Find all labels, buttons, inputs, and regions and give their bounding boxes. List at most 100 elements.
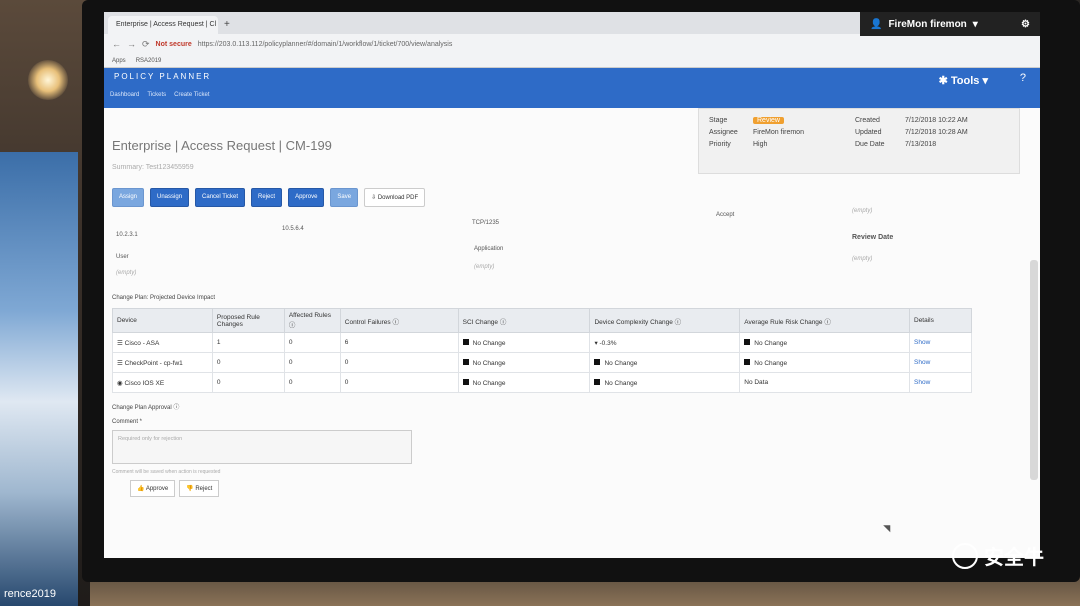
info-icon[interactable]: ⓘ	[824, 319, 831, 326]
reload-icon[interactable]: ⟳	[142, 39, 150, 50]
col-average-rule-risk-change: Average Rule Risk Change ⓘ	[739, 308, 910, 333]
approve-plan-button[interactable]: 👍 Approve	[130, 480, 176, 497]
col-affected-rules-label: Affected Rules	[288, 312, 331, 319]
device-cell: ☰ CheckPoint - cp-fw1	[112, 352, 213, 373]
app-brand[interactable]: POLICY PLANNER	[114, 72, 211, 81]
nav-dashboard[interactable]: Dashboard	[110, 92, 139, 98]
empty-value: (empty)	[852, 208, 873, 214]
application-label: Application	[474, 246, 504, 252]
status-square-icon	[594, 378, 601, 385]
comment-label: Comment *	[112, 419, 143, 425]
device-name[interactable]: CheckPoint - cp-fw1	[125, 360, 183, 367]
url-text[interactable]: https://203.0.113.112/policyplanner/#/do…	[198, 41, 453, 48]
status-square-icon	[744, 358, 751, 365]
poster-text: rence2019	[4, 588, 56, 600]
device-name[interactable]: Cisco - ASA	[125, 340, 160, 347]
back-icon[interactable]: ←	[112, 39, 121, 49]
sci-cell: No Change	[457, 372, 591, 393]
comment-textarea[interactable]: Required only for rejection	[112, 430, 412, 464]
tools-menu[interactable]: ✱ Tools ▾	[939, 74, 988, 87]
assignee-value: FireMon firemon	[753, 129, 804, 136]
nav-create-ticket[interactable]: Create Ticket	[174, 92, 209, 98]
complexity-value: No Change	[604, 379, 638, 387]
action-value: Accept	[716, 212, 735, 218]
col-device: Device	[112, 308, 213, 333]
new-tab-button[interactable]: +	[218, 19, 236, 34]
show-link[interactable]: Show	[914, 339, 930, 346]
review-date-empty-value: (empty)	[852, 256, 873, 262]
approval-label: Change Plan Approval	[112, 405, 172, 411]
destination-ip: 10.5.6.4	[282, 226, 304, 232]
impact-section-label: Change Plan: Projected Device Impact	[112, 295, 216, 301]
address-bar[interactable]: ← → ⟳ Not secure https://203.0.113.112/p…	[104, 34, 1040, 54]
failures-cell: 0	[339, 352, 459, 373]
show-link[interactable]: Show	[914, 379, 930, 386]
reject-plan-button[interactable]: 👎 Reject	[179, 480, 220, 497]
unassign-button[interactable]: Unassign	[150, 188, 190, 207]
risk-value: No Change	[754, 359, 788, 367]
affected-cell: 0	[283, 332, 341, 353]
created-value: 7/12/2018 10:22 AM	[905, 117, 968, 124]
wechat-logo-icon	[952, 542, 978, 569]
details-cell: Show	[909, 332, 972, 353]
help-icon[interactable]: ?	[1020, 72, 1026, 84]
approve-plan-label: Approve	[145, 486, 169, 492]
browser-tab[interactable]: Enterprise | Access Request | Cl ×	[108, 16, 218, 34]
sci-value: No Change	[472, 359, 506, 367]
approve-button[interactable]: Approve	[288, 188, 325, 207]
info-icon[interactable]: ⓘ	[392, 319, 399, 326]
table-header-row: Device Proposed Rule Changes Affected Ru…	[112, 308, 972, 333]
created-label: Created	[855, 117, 880, 124]
status-square-icon	[594, 358, 601, 365]
stage-label: Stage	[709, 117, 728, 124]
cancel-ticket-button[interactable]: Cancel Ticket	[195, 188, 246, 207]
table-row: ☰ Cisco - ASA 1 0 6 No Change ▾ -0.3% No…	[112, 332, 972, 353]
review-date-label: Review Date	[852, 234, 894, 241]
bookmark-apps[interactable]: Apps	[112, 58, 126, 64]
page-scrollbar[interactable]	[1030, 260, 1038, 480]
info-icon[interactable]: ⓘ	[675, 319, 682, 326]
assign-button[interactable]: Assign	[112, 188, 145, 207]
service-value: TCP/1235	[472, 220, 500, 226]
ticket-summary: Summary: Test123455959	[112, 164, 194, 171]
reject-plan-label: Reject	[195, 486, 213, 492]
device-cell: ☰ Cisco - ASA	[112, 332, 213, 353]
complexity-value: No Change	[604, 359, 638, 367]
download-pdf-label: Download PDF	[377, 195, 419, 201]
device-name[interactable]: Cisco IOS XE	[124, 380, 164, 387]
save-button[interactable]: Save	[330, 188, 359, 207]
complexity-cell: No Change	[589, 352, 741, 373]
col-control-failures: Control Failures ⓘ	[339, 308, 459, 333]
info-icon[interactable]: ⓘ	[289, 322, 296, 329]
affected-cell: 0	[283, 372, 341, 393]
device-impact-table: Device Proposed Rule Changes Affected Ru…	[112, 308, 972, 393]
info-icon[interactable]: ⓘ	[500, 319, 507, 326]
show-link[interactable]: Show	[914, 359, 930, 366]
complexity-cell: ▾ -0.3%	[589, 332, 741, 353]
not-secure-warning[interactable]: Not secure	[156, 41, 192, 48]
download-pdf-button[interactable]: ⇩ Download PDF	[364, 188, 426, 207]
sci-value: No Change	[472, 339, 506, 347]
tab-title: Enterprise | Access Request | Cl	[116, 21, 217, 28]
col-control-failures-label: Control Failures	[344, 318, 391, 326]
chevron-down-icon: ▾	[972, 18, 978, 30]
nav-tickets[interactable]: Tickets	[147, 92, 166, 98]
bookmark-rsa2019[interactable]: RSA2019	[136, 58, 162, 64]
due-date-label: Due Date	[855, 141, 885, 148]
priority-value: High	[753, 141, 768, 148]
rule-details: 10.2.3.1 10.5.6.4 TCP/1235 Accept (empty…	[112, 208, 1032, 288]
user-label: User	[116, 254, 129, 260]
details-cell: Show	[909, 372, 972, 393]
ceiling-light	[28, 60, 68, 100]
gear-icon[interactable]: ⚙	[1021, 19, 1030, 30]
application-empty-value: (empty)	[474, 264, 495, 270]
screen: Enterprise | Access Request | Cl × + ← →…	[104, 12, 1040, 558]
proposed-cell: 0	[211, 372, 285, 393]
info-icon[interactable]: ⓘ	[173, 405, 179, 411]
sci-cell: No Change	[457, 352, 591, 373]
reject-button[interactable]: Reject	[251, 188, 283, 207]
user-menu[interactable]: 👤 FireMon firemon ▾ ⚙	[860, 12, 1040, 36]
forward-icon[interactable]: →	[127, 39, 136, 49]
col-device-complexity-change: Device Complexity Change ⓘ	[589, 308, 741, 333]
device-cell: ◉ Cisco IOS XE	[112, 372, 213, 393]
